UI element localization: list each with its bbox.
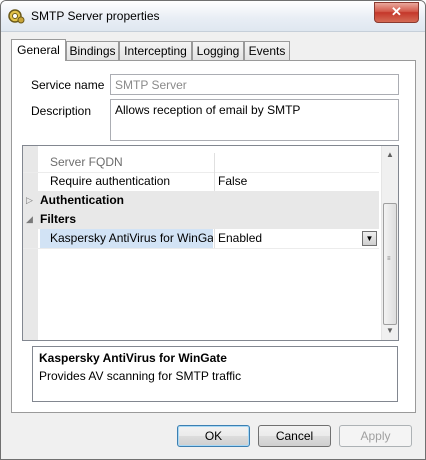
category-name: Filters xyxy=(40,212,77,226)
property-value[interactable] xyxy=(214,153,379,172)
ok-button[interactable]: OK xyxy=(177,425,250,447)
triangle-right-icon[interactable]: ▷ xyxy=(26,191,36,210)
category-name: Authentication xyxy=(40,193,124,207)
close-button[interactable]: ✕ xyxy=(374,2,419,23)
grid-row-server-fqdn[interactable]: Server FQDN xyxy=(23,153,379,173)
grid-row-kaspersky-antivirus[interactable]: Kaspersky AntiVirus for WinGate Enabled … xyxy=(23,229,379,249)
properties-dialog: SMTP Server properties ✕ General Binding… xyxy=(0,0,426,460)
tab-events[interactable]: Events xyxy=(244,41,290,60)
title-bar[interactable]: SMTP Server properties ✕ xyxy=(1,1,425,32)
property-name: Require authentication xyxy=(50,174,171,188)
property-grid: Server FQDN Require authentication False… xyxy=(22,145,399,341)
grid-row-require-authentication[interactable]: Require authentication False xyxy=(23,172,379,192)
grip-icon: ≡ xyxy=(387,256,391,262)
service-name-field[interactable]: SMTP Server xyxy=(110,74,399,95)
help-description: Provides AV scanning for SMTP traffic xyxy=(39,369,242,383)
grid-category-authentication[interactable]: ▷ Authentication xyxy=(23,191,379,210)
property-value: Enabled xyxy=(218,231,263,245)
help-title: Kaspersky AntiVirus for WinGate xyxy=(39,351,227,365)
apply-button[interactable]: Apply xyxy=(339,425,412,447)
triangle-down-icon[interactable]: ◢ xyxy=(26,210,36,229)
scroll-down-arrow-icon[interactable]: ▼ xyxy=(383,324,397,338)
tab-logging[interactable]: Logging xyxy=(192,41,244,60)
cancel-button[interactable]: Cancel xyxy=(258,425,331,447)
gear-icon xyxy=(8,9,25,24)
scroll-up-arrow-icon[interactable]: ▲ xyxy=(383,148,397,162)
tab-general[interactable]: General xyxy=(11,39,66,61)
tab-bindings[interactable]: Bindings xyxy=(66,41,119,60)
property-name: Kaspersky AntiVirus for WinGate xyxy=(40,229,213,248)
property-help-box: Kaspersky AntiVirus for WinGate Provides… xyxy=(32,346,398,402)
dropdown-arrow-button[interactable]: ▼ xyxy=(362,231,377,246)
service-name-label: Service name xyxy=(31,78,105,92)
property-value-dropdown[interactable]: Enabled ▼ xyxy=(214,229,379,248)
grid-vertical-scrollbar[interactable]: ▲ ≡ ▼ xyxy=(381,146,398,340)
scroll-thumb[interactable]: ≡ xyxy=(383,203,397,325)
property-name: Server FQDN xyxy=(50,155,123,169)
tab-intercepting[interactable]: Intercepting xyxy=(119,41,192,60)
property-value[interactable]: False xyxy=(214,172,379,191)
description-label: Description xyxy=(31,104,92,118)
description-field[interactable]: Allows reception of email by SMTP xyxy=(110,99,399,141)
window-title: SMTP Server properties xyxy=(31,9,160,23)
grid-category-filters[interactable]: ◢ Filters xyxy=(23,210,379,229)
